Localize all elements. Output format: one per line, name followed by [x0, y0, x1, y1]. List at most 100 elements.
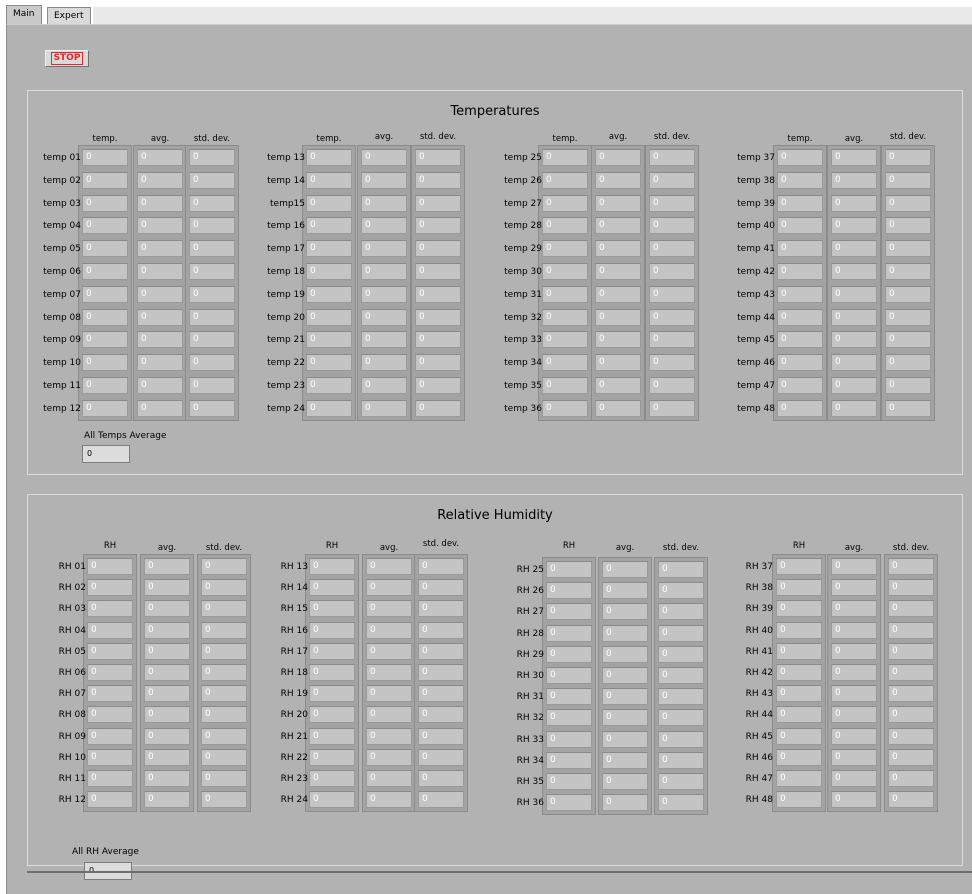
temperatures-row-label: temp 14	[267, 175, 305, 186]
temperatures-group2-header-1: temp.	[316, 134, 342, 144]
temperatures-avg-value-field: 0	[361, 308, 407, 326]
humidity-avg-value-field: 0	[144, 558, 190, 575]
humidity-avg-value-field: 0	[831, 558, 877, 575]
humidity-avg-value-field: 0	[602, 709, 648, 727]
temperatures-group4-header-3: std. dev.	[889, 132, 927, 142]
humidity-rh-value-field: 0	[309, 727, 355, 745]
temperatures-avg-value-field: 0	[137, 217, 183, 235]
temperatures-avg-value-field: 0	[137, 240, 183, 258]
temperatures-temp-value-field: 0	[777, 285, 823, 303]
humidity-rh-value-field: 0	[546, 730, 592, 748]
temperatures-avg-value-field: 0	[361, 194, 407, 212]
temperatures-std-dev-value-field: 0	[415, 308, 461, 326]
temperatures-avg-value-field: 0	[595, 377, 641, 394]
humidity-row-label: RH 40	[745, 625, 773, 636]
temperatures-row-label: temp 17	[267, 244, 305, 255]
humidity-row-label: RH 07	[58, 689, 86, 700]
humidity-rh-value-field: 0	[546, 667, 592, 684]
temperatures-row-label: temp 22	[267, 358, 305, 369]
tab-main[interactable]: Main	[6, 5, 42, 24]
humidity-rh-value-field: 0	[546, 688, 592, 706]
temperatures-temp-value-field: 0	[82, 399, 128, 417]
temperatures-temp-value-field: 0	[542, 217, 588, 235]
tab-expert[interactable]: Expert	[47, 7, 91, 24]
temperatures-avg-value-field: 0	[361, 399, 407, 417]
temperatures-avg-value-field: 0	[831, 331, 877, 349]
temperatures-std-dev-value-field: 0	[885, 263, 931, 280]
humidity-row-label: RH 21	[280, 731, 308, 742]
humidity-rh-value-field: 0	[309, 642, 355, 660]
temperatures-row-label: temp 29	[504, 244, 542, 255]
temperatures-temp-value-field: 0	[542, 354, 588, 372]
temperatures-std-dev-value-field: 0	[885, 308, 931, 326]
humidity-row-label: RH 01	[58, 562, 86, 572]
humidity-row-label: RH 45	[745, 731, 773, 742]
humidity-avg-value-field: 0	[831, 706, 877, 724]
humidity-row-label: RH 04	[58, 625, 86, 636]
humidity-avg-value-field: 0	[144, 664, 190, 681]
humidity-row-label: RH 41	[745, 646, 773, 657]
humidity-std-dev-value-field: 0	[888, 748, 934, 766]
temperatures-group4-header-2: avg.	[844, 134, 864, 144]
temperatures-std-dev-value-field: 0	[885, 399, 931, 417]
temperatures-avg-value-field: 0	[361, 240, 407, 258]
humidity-std-dev-value-field: 0	[888, 706, 934, 724]
temperatures-temp-value-field: 0	[777, 354, 823, 372]
temperatures-row-label: temp 24	[267, 403, 305, 414]
humidity-rh-value-field: 0	[309, 600, 355, 618]
humidity-std-dev-value-field: 0	[658, 688, 704, 706]
humidity-std-dev-value-field: 0	[888, 642, 934, 660]
temperatures-temp-value-field: 0	[82, 171, 128, 189]
humidity-rh-value-field: 0	[546, 709, 592, 727]
humidity-row-label: RH 36	[516, 798, 544, 809]
humidity-row-label: RH 46	[745, 752, 773, 763]
humidity-average-label: All RH Average	[72, 847, 139, 857]
temperatures-group1-header-1: temp.	[92, 134, 118, 144]
temperatures-std-dev-value-field: 0	[649, 194, 695, 212]
humidity-std-dev-value-field: 0	[201, 685, 247, 703]
temperatures-std-dev-value-field: 0	[189, 399, 235, 417]
humidity-rh-value-field: 0	[309, 558, 355, 575]
temperatures-avg-value-field: 0	[137, 285, 183, 303]
temperatures-row-label: temp 18	[267, 267, 305, 277]
temperatures-avg-value-field: 0	[361, 331, 407, 349]
humidity-avg-value-field: 0	[144, 579, 190, 597]
humidity-row-label: RH 16	[280, 625, 308, 636]
humidity-avg-value-field: 0	[602, 730, 648, 748]
humidity-rh-value-field: 0	[546, 751, 592, 769]
humidity-rh-value-field: 0	[776, 642, 822, 660]
humidity-row-label: RH 17	[280, 646, 308, 657]
temperatures-temp-value-field: 0	[82, 217, 128, 235]
humidity-std-dev-value-field: 0	[418, 579, 464, 597]
temperatures-row-label: temp15	[270, 198, 305, 209]
temperatures-avg-value-field: 0	[831, 217, 877, 235]
humidity-std-dev-value-field: 0	[418, 664, 464, 681]
humidity-row-label: RH 03	[58, 604, 86, 615]
humidity-std-dev-value-field: 0	[658, 773, 704, 790]
temperatures-temp-value-field: 0	[306, 377, 352, 394]
temperatures-row-label: temp 38	[737, 175, 775, 186]
temperatures-std-dev-value-field: 0	[885, 240, 931, 258]
humidity-std-dev-value-field: 0	[201, 579, 247, 597]
humidity-avg-value-field: 0	[144, 727, 190, 745]
humidity-row-label: RH 42	[745, 668, 773, 678]
temperatures-row-label: temp 08	[43, 312, 81, 323]
humidity-group3-header-1: RH	[562, 541, 576, 551]
temperatures-row-label: temp 47	[737, 381, 775, 391]
temperatures-row-label: temp 43	[737, 289, 775, 300]
temperatures-group3-header-3: std. dev.	[653, 132, 691, 142]
temperatures-row-label: temp 35	[504, 381, 542, 391]
humidity-rh-value-field: 0	[87, 791, 133, 809]
temperatures-temp-value-field: 0	[542, 377, 588, 394]
humidity-avg-value-field: 0	[831, 621, 877, 639]
humidity-std-dev-value-field: 0	[888, 579, 934, 597]
humidity-rh-value-field: 0	[776, 685, 822, 703]
humidity-avg-value-field: 0	[602, 645, 648, 663]
humidity-avg-value-field: 0	[602, 751, 648, 769]
humidity-rh-value-field: 0	[87, 642, 133, 660]
temperatures-std-dev-value-field: 0	[189, 285, 235, 303]
humidity-group2-header-1: RH	[325, 541, 339, 551]
temperatures-avg-value-field: 0	[361, 217, 407, 235]
stop-button[interactable]: STOP	[45, 50, 89, 67]
temperatures-avg-value-field: 0	[137, 308, 183, 326]
